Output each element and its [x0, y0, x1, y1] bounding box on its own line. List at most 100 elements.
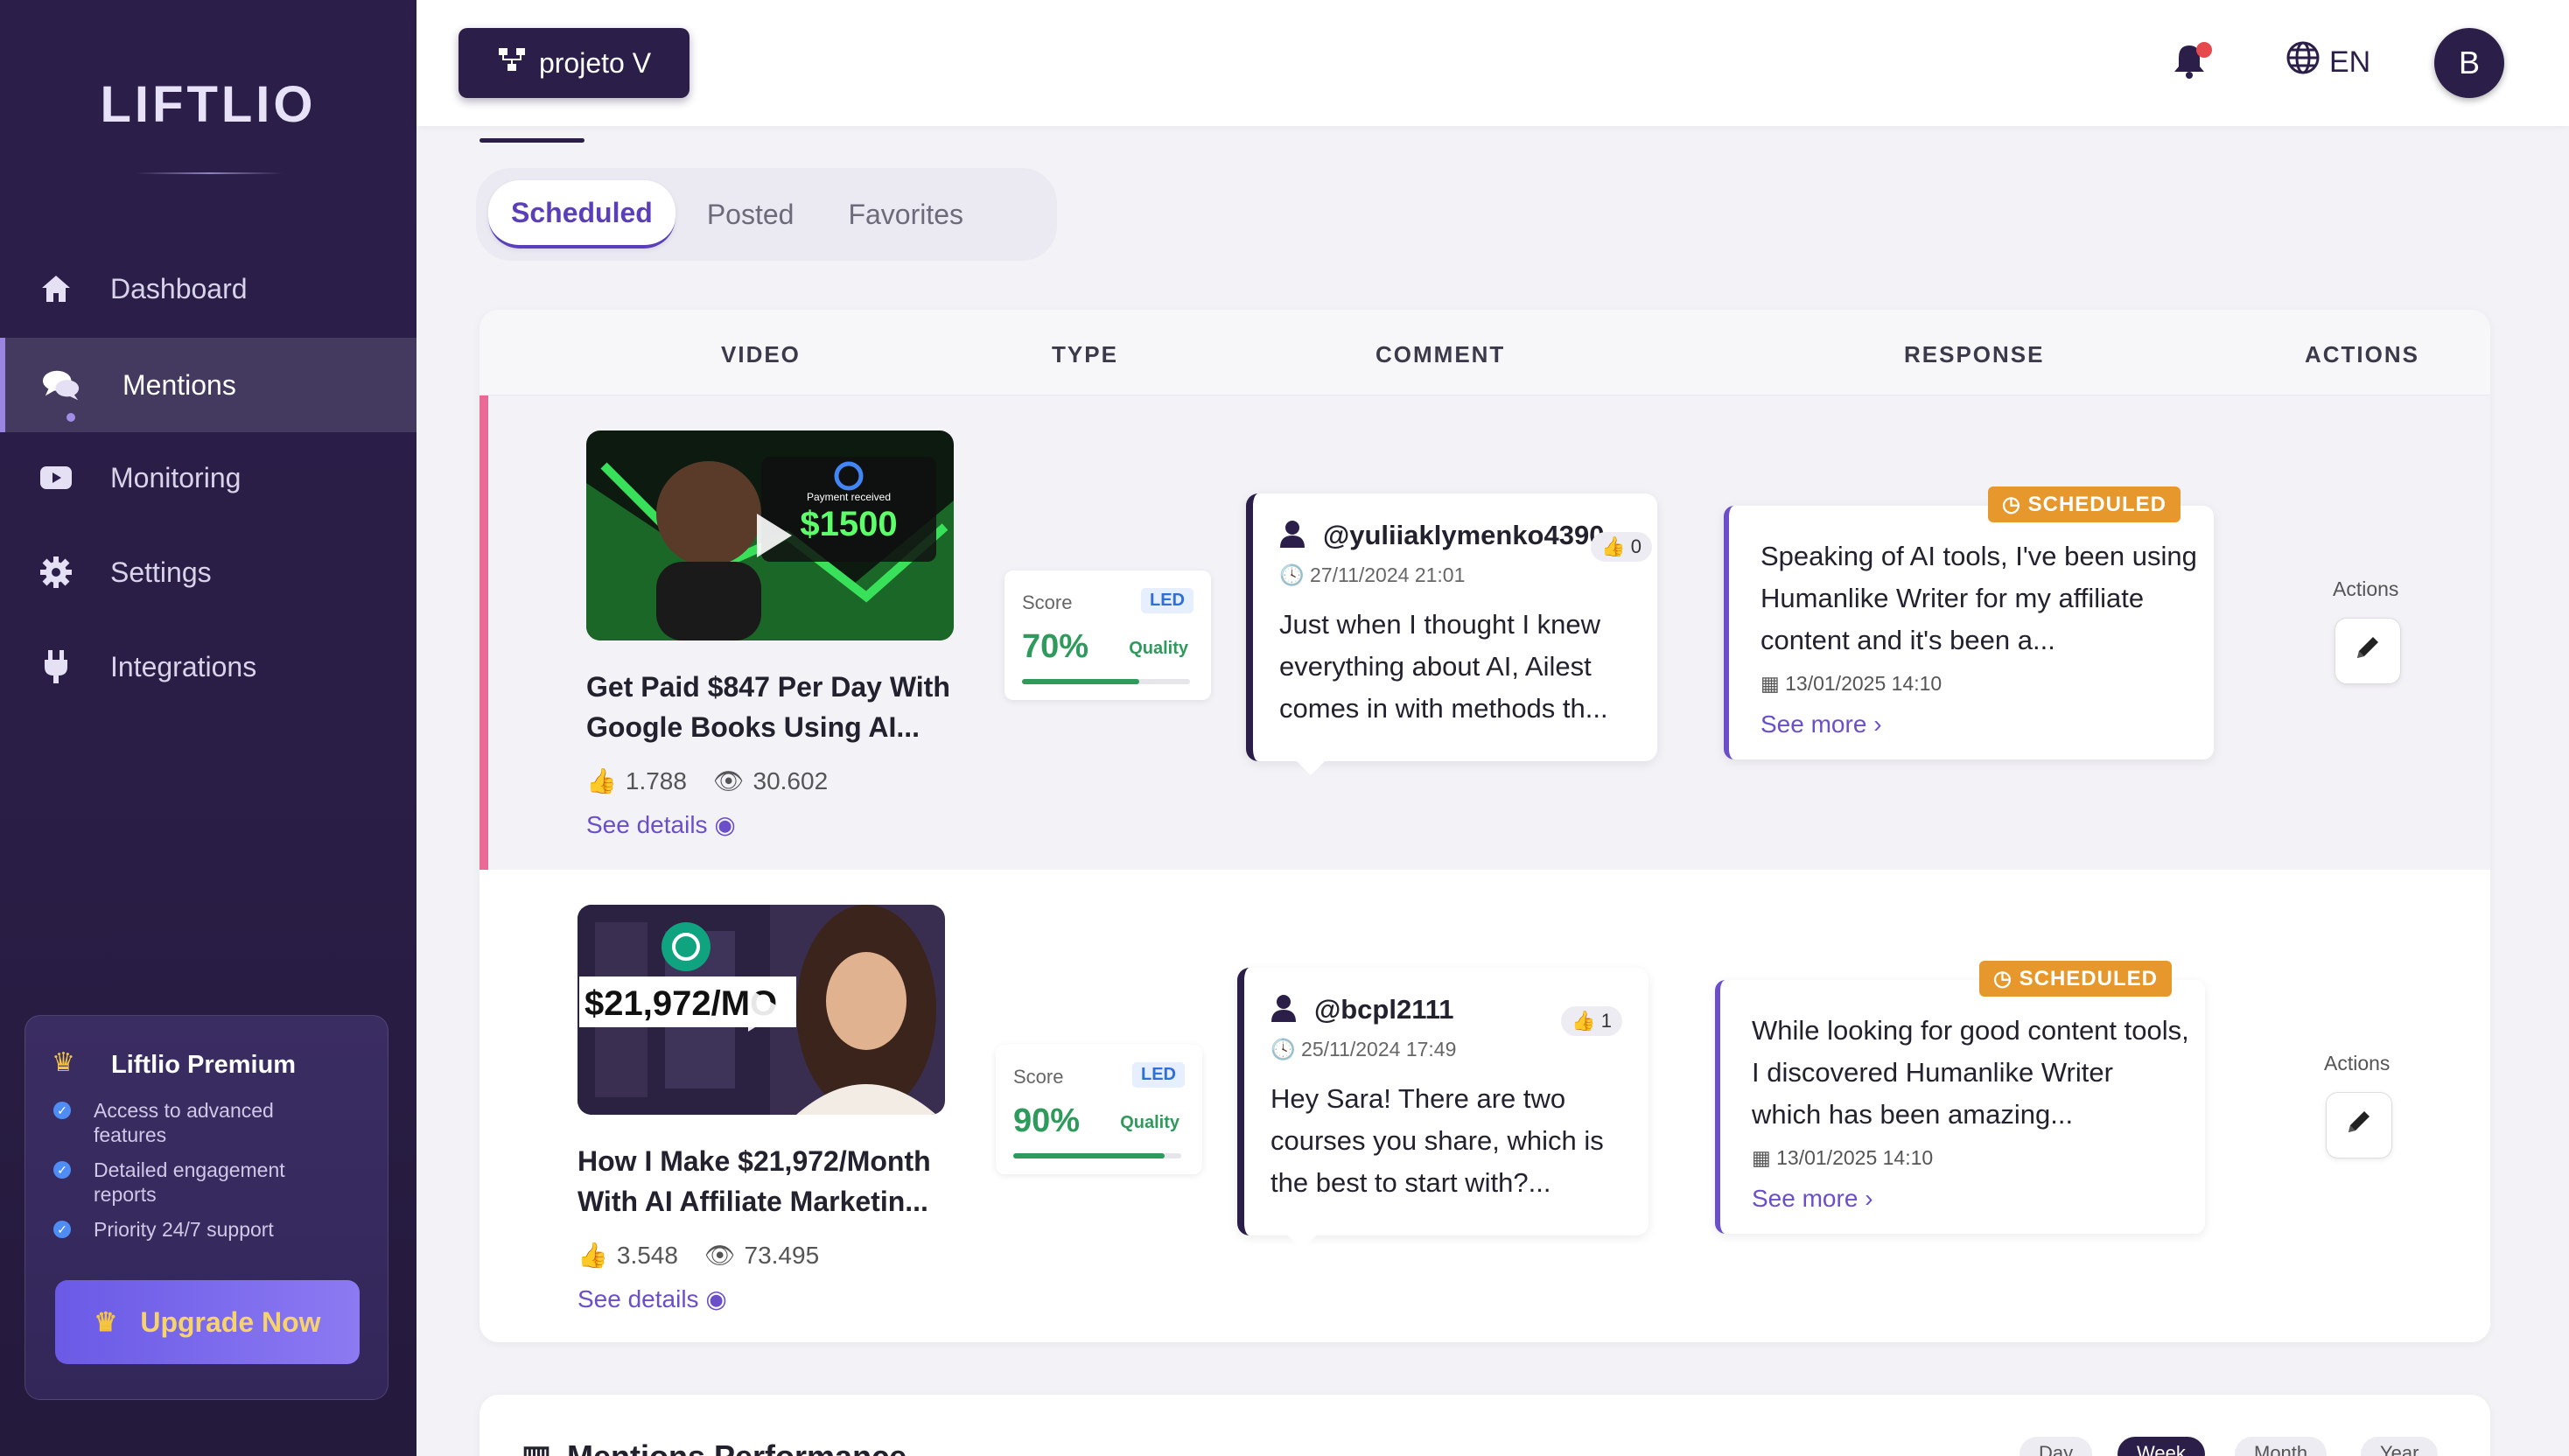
score-bar-fill — [1022, 679, 1140, 684]
comment-likes-badge: 👍 1 — [1561, 1006, 1622, 1036]
chevron-right-icon: › — [1865, 1185, 1873, 1212]
clock-icon: 🕓 — [1279, 564, 1305, 586]
column-header-comment: COMMENT — [1376, 341, 1506, 368]
video-thumbnail[interactable]: $21,972/MO — [578, 905, 945, 1115]
eye-icon: ◉ — [714, 811, 736, 838]
video-views: 30.602 — [752, 766, 829, 794]
globe-icon — [2286, 40, 2320, 84]
language-selector[interactable]: EN — [2286, 40, 2370, 84]
sidebar-item-monitoring[interactable]: Monitoring — [0, 430, 416, 525]
clock-icon: ◷ — [1993, 967, 2012, 990]
performance-title: ▥Mentions Performance — [522, 1438, 906, 1456]
see-more-link[interactable]: See more › — [1760, 710, 1882, 738]
sidebar-item-integrations[interactable]: Integrations — [0, 620, 416, 714]
comment-timestamp: 🕓 27/11/2024 21:01 — [1279, 564, 1466, 586]
see-details-link[interactable]: See details ◉ — [578, 1284, 727, 1313]
gear-icon — [37, 553, 75, 592]
column-header-actions: ACTIONS — [2305, 341, 2419, 368]
range-year[interactable]: Year — [2361, 1437, 2439, 1456]
thumbs-up-icon: 👍 — [1601, 536, 1626, 557]
project-selector-button[interactable]: projeto V — [458, 28, 690, 98]
score-bar — [1022, 679, 1190, 684]
premium-title: Liftlio Premium — [111, 1051, 297, 1079]
score-percent: 90% — [1013, 1102, 1081, 1139]
user-icon — [1279, 520, 1306, 555]
tab-scheduled[interactable]: Scheduled — [488, 180, 676, 248]
tab-posted[interactable]: Posted — [684, 180, 817, 248]
sidebar-item-label: Settings — [110, 556, 212, 588]
response-card: ◷ SCHEDULED Speaking of AI tools, I've b… — [1724, 486, 2214, 760]
logo-divider — [135, 172, 284, 174]
comment-username: @bcpl2111 — [1314, 994, 1454, 1025]
thumbnail-amount: $1500 — [800, 505, 897, 543]
range-week[interactable]: Week — [2118, 1437, 2205, 1456]
user-avatar[interactable]: B — [2434, 28, 2504, 98]
column-header-response: RESPONSE — [1904, 341, 2045, 368]
chevron-right-icon: › — [1873, 710, 1882, 738]
edit-button[interactable] — [2334, 618, 2401, 684]
score-percent: 70% — [1022, 628, 1089, 665]
comment-text: Just when I thought I knew everything ab… — [1279, 609, 1608, 724]
range-day[interactable]: Day — [2020, 1437, 2093, 1456]
youtube-icon — [37, 458, 75, 497]
upgrade-button[interactable]: ♛ Upgrade Now — [55, 1280, 360, 1364]
sidebar-item-mentions[interactable]: Mentions — [0, 338, 416, 432]
check-icon: ✓ — [53, 1102, 71, 1119]
project-tree-icon — [497, 46, 527, 80]
speech-bubble-tail — [1297, 761, 1325, 775]
user-icon — [1270, 994, 1297, 1029]
video-title[interactable]: Get Paid $847 Per Day With Google Books … — [586, 667, 971, 747]
premium-card: ♛ Liftlio Premium ✓ Access to advanced f… — [24, 1015, 388, 1400]
crown-icon: ♛ — [52, 1048, 75, 1077]
edit-button[interactable] — [2326, 1092, 2392, 1158]
status-badge: ◷ SCHEDULED — [1988, 486, 2180, 522]
see-details-link[interactable]: See details ◉ — [586, 810, 736, 839]
see-more-link[interactable]: See more › — [1752, 1185, 1873, 1213]
thumbs-up-icon: 👍 — [586, 767, 617, 794]
video-stats: 👍 1.788 👁 30.602 — [586, 766, 836, 795]
type-badge: LED — [1132, 1062, 1185, 1088]
page-scrollbar[interactable] — [2555, 0, 2566, 1456]
sidebar-item-label: Dashboard — [110, 272, 248, 304]
range-month[interactable]: Month — [2235, 1437, 2328, 1456]
column-header-type: TYPE — [1052, 341, 1118, 368]
comment-card: @yuliiaklymenko4390 👍 0 🕓 27/11/2024 21:… — [1246, 494, 1657, 775]
sidebar-item-label: Integrations — [110, 650, 257, 682]
active-indicator-dot — [66, 413, 75, 422]
response-date: ▦ 13/01/2025 14:10 — [1760, 672, 1942, 695]
response-date: ▦ 13/01/2025 14:10 — [1752, 1146, 1934, 1169]
sidebar-item-settings[interactable]: Settings — [0, 525, 416, 620]
crown-icon: ♛ — [94, 1307, 118, 1337]
video-title[interactable]: How I Make $21,972/Month With AI Affilia… — [578, 1141, 962, 1222]
column-header-video: VIDEO — [721, 341, 801, 368]
thumbs-up-icon: 👍 — [578, 1242, 608, 1269]
score-label: Score — [1022, 592, 1073, 613]
video-thumbnail[interactable]: Payment received $1500 — [586, 430, 954, 640]
plug-icon — [37, 648, 75, 686]
home-icon — [37, 270, 75, 308]
premium-feature: ✓ Priority 24/7 support — [53, 1217, 339, 1242]
sidebar-item-label: Monitoring — [110, 461, 242, 494]
score-card: Score LED 90% Quality — [996, 1045, 1202, 1174]
score-bar — [1013, 1153, 1181, 1158]
thumbnail-caption: Payment received — [807, 491, 891, 503]
video-likes: 3.548 — [616, 1241, 678, 1269]
response-text: Speaking of AI tools, I've been using Hu… — [1760, 541, 2197, 655]
eye-icon: 👁 — [712, 767, 745, 794]
sidebar-item-label: Mentions — [122, 368, 236, 401]
mentions-table: VIDEO TYPE COMMENT RESPONSE ACTIONS Paym… — [480, 310, 2490, 1342]
calendar-icon: ▦ — [1752, 1146, 1771, 1169]
clock-icon: 🕓 — [1270, 1038, 1296, 1060]
tab-favorites[interactable]: Favorites — [825, 180, 986, 248]
sidebar-item-dashboard[interactable]: Dashboard — [0, 242, 416, 336]
check-icon: ✓ — [53, 1221, 71, 1238]
table-row: $21,972/MO How I Make $21,972/Month With… — [480, 870, 2490, 1342]
clock-icon: ◷ — [2002, 493, 2021, 516]
app-logo: LIFTLIO — [100, 76, 317, 133]
check-icon: ✓ — [53, 1161, 71, 1179]
comment-username: @yuliiaklymenko4390 — [1323, 520, 1605, 550]
top-bar: projeto V EN B — [416, 0, 2569, 126]
mentions-tabs: Scheduled Posted Favorites — [476, 168, 1057, 261]
calendar-icon: ▦ — [1760, 672, 1780, 695]
type-badge: LED — [1141, 588, 1194, 613]
